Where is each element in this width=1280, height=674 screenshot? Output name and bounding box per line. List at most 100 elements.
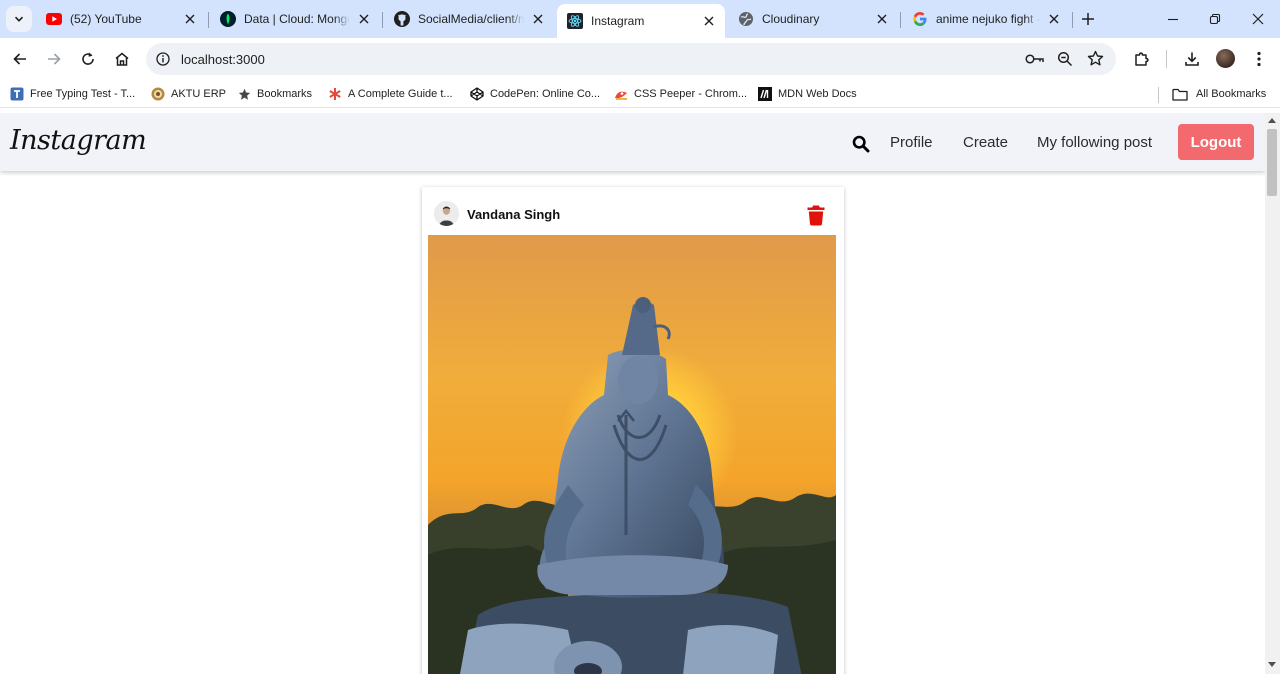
all-bookmarks-button[interactable]: All Bookmarks (1172, 86, 1266, 102)
logout-button[interactable]: Logout (1178, 124, 1254, 160)
password-key-icon[interactable] (1025, 50, 1045, 68)
tab-github[interactable]: SocialMedia/client/my-app (384, 4, 554, 34)
chevron-down-icon (14, 16, 24, 22)
bookmark-item[interactable]: Bookmarks (237, 86, 312, 102)
site-info-icon[interactable] (154, 50, 172, 68)
youtube-icon (46, 11, 62, 27)
post-image[interactable] (428, 235, 836, 674)
tab-title: Cloudinary (762, 12, 820, 26)
trash-icon[interactable] (806, 204, 826, 226)
bookmarks-bar: Free Typing Test - T... AKTU ERP Bookmar… (0, 80, 1280, 108)
folder-icon (1172, 87, 1188, 101)
extensions-button[interactable] (1130, 47, 1154, 71)
react-icon (567, 13, 583, 29)
page-viewport: Instagram Profile Create My following po… (0, 113, 1265, 674)
bookmark-item[interactable]: CodePen: Online Co... (470, 86, 600, 102)
tab-title: Data | Cloud: MongoDB Cloud (244, 12, 350, 26)
post-username[interactable]: Vandana Singh (467, 207, 560, 222)
nav-profile-link[interactable]: Profile (890, 134, 933, 151)
typing-icon (10, 87, 24, 101)
tab-cloudinary[interactable]: Cloudinary (728, 4, 898, 34)
tab-strip: (52) YouTube Data | Cloud: MongoDB Cloud… (0, 0, 1280, 38)
tab-youtube[interactable]: (52) YouTube (36, 4, 206, 34)
bookmark-star-icon[interactable] (1085, 49, 1105, 67)
close-icon[interactable] (182, 11, 198, 27)
download-icon (1185, 52, 1199, 66)
aktu-icon (151, 87, 165, 101)
asterisk-icon (328, 87, 342, 101)
nav-following-link[interactable]: My following post (1037, 134, 1152, 151)
puzzle-icon (1135, 52, 1149, 66)
bookmark-item[interactable]: Free Typing Test - T... (10, 86, 135, 102)
tab-title: SocialMedia/client/my-app (418, 12, 524, 26)
globe-icon (738, 11, 754, 27)
browser-toolbar: localhost:3000 (0, 38, 1280, 80)
bookmarks-divider (1158, 87, 1159, 103)
mongodb-icon (220, 11, 236, 27)
new-tab-button[interactable] (1078, 9, 1098, 29)
avatar[interactable] (434, 201, 459, 226)
close-icon[interactable] (530, 11, 546, 27)
bookmark-label: Bookmarks (257, 88, 313, 100)
scroll-down-arrow-icon[interactable] (1268, 662, 1276, 667)
google-icon (912, 11, 928, 27)
scrollbar[interactable] (1265, 113, 1280, 674)
bookmark-label: A Complete Guide t... (348, 88, 453, 100)
bookmark-label: Free Typing Test - T... (30, 88, 136, 100)
back-button[interactable] (8, 47, 32, 71)
reload-icon (82, 52, 94, 65)
profile-avatar[interactable] (1216, 49, 1235, 68)
scrollbar-thumb[interactable] (1267, 129, 1277, 196)
star-icon (237, 87, 251, 101)
bookmark-item[interactable]: CSS Peeper - Chrom... (614, 86, 747, 102)
bookmark-label: CodePen: Online Co... (490, 88, 601, 100)
address-bar[interactable]: localhost:3000 (146, 43, 1116, 75)
nav-create-link[interactable]: Create (963, 134, 1008, 151)
csspeeper-icon (614, 87, 628, 101)
home-icon (115, 52, 129, 66)
downloads-button[interactable] (1180, 47, 1204, 71)
arrow-right-icon (48, 53, 61, 65)
restore-button[interactable] (1205, 9, 1225, 29)
tab-divider (208, 12, 209, 28)
bookmark-label: CSS Peeper - Chrom... (634, 88, 748, 100)
bookmark-item[interactable]: MDN Web Docs (758, 86, 857, 102)
tab-title: (52) YouTube (70, 12, 142, 26)
instagram-logo[interactable]: Instagram (10, 125, 147, 156)
github-icon (394, 11, 410, 27)
tab-google-search[interactable]: anime nejuko fight - Google Search (902, 4, 1070, 34)
tab-divider (1072, 12, 1073, 28)
toolbar-divider (1166, 50, 1167, 68)
tab-search-button[interactable] (6, 6, 32, 32)
arrow-left-icon (13, 53, 26, 65)
zoom-icon[interactable] (1055, 50, 1075, 68)
close-icon (1252, 13, 1264, 25)
bookmark-item[interactable]: A Complete Guide t... (328, 86, 453, 102)
post-card: Vandana Singh (422, 187, 844, 674)
mdn-icon (758, 87, 772, 101)
home-button[interactable] (110, 47, 134, 71)
tab-title: Instagram (591, 14, 645, 28)
restore-icon (1209, 13, 1221, 25)
bookmark-label: AKTU ERP (171, 88, 227, 100)
kebab-menu-icon (1257, 51, 1261, 67)
chrome-menu-button[interactable] (1247, 47, 1271, 71)
close-window-button[interactable] (1248, 9, 1268, 29)
scroll-up-arrow-icon[interactable] (1268, 118, 1276, 123)
bookmark-label: MDN Web Docs (778, 88, 857, 100)
all-bookmarks-label: All Bookmarks (1196, 88, 1267, 100)
close-icon[interactable] (874, 11, 890, 27)
tab-instagram[interactable]: Instagram (557, 4, 725, 38)
forward-button[interactable] (42, 47, 66, 71)
close-icon[interactable] (356, 11, 372, 27)
tab-title: anime nejuko fight - Google Search (936, 12, 1040, 26)
search-icon[interactable] (852, 135, 870, 153)
reload-button[interactable] (76, 47, 100, 71)
close-icon[interactable] (1046, 11, 1062, 27)
tab-divider (382, 12, 383, 28)
bookmark-item[interactable]: AKTU ERP (151, 86, 226, 102)
codepen-icon (470, 87, 484, 101)
tab-mongodb[interactable]: Data | Cloud: MongoDB Cloud (210, 4, 380, 34)
close-icon[interactable] (701, 13, 717, 29)
minimize-button[interactable] (1163, 9, 1183, 29)
